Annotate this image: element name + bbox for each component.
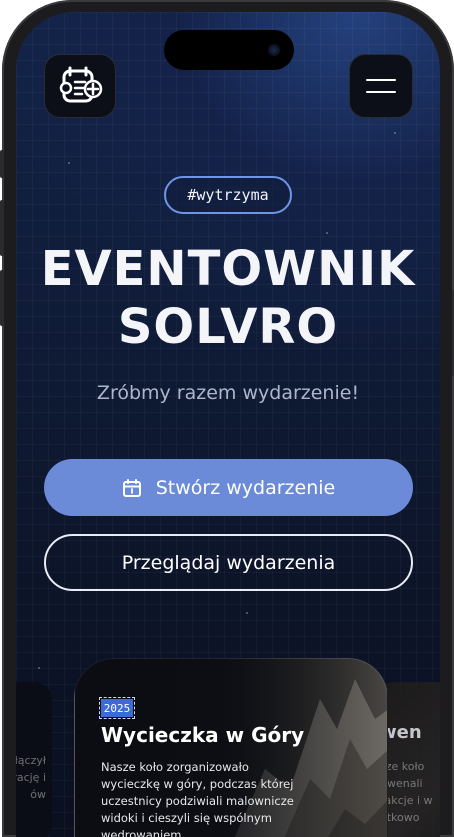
volume-down-button [0, 270, 4, 326]
calendar-icon [122, 478, 141, 497]
event-card-previous[interactable]: łączył grację i ów [16, 682, 52, 837]
hamburger-menu-icon [366, 79, 396, 93]
logo-button[interactable] [44, 54, 116, 118]
event-card-previous-text: łączył grację i ów [16, 752, 46, 803]
events-carousel[interactable]: łączył grację i ów wen sze koło uwenali … [16, 652, 440, 837]
page-title: EVENTOWNIK SOLVRO [16, 240, 440, 356]
star-dot [394, 132, 396, 134]
event-card-title: Wycieczka w Góry [101, 723, 305, 747]
menu-button[interactable] [349, 54, 413, 118]
page-subtitle: Zróbmy razem wydarzenie! [96, 382, 360, 404]
browse-events-label: Przeglądaj wydarzenia [121, 551, 336, 574]
title-line-2: SOLVRO [117, 299, 339, 355]
star-dot [68, 162, 70, 164]
silent-switch [0, 150, 4, 178]
peek-line: grację i [16, 771, 46, 784]
peek-line: łączył [16, 754, 46, 767]
volume-up-button [0, 200, 4, 256]
phone-frame: #wytrzyma EVENTOWNIK SOLVRO Zróbmy razem… [0, 0, 454, 837]
create-event-label: Stwórz wydarzenie [155, 476, 336, 499]
event-card-description: Nasze koło zorganizowało wycieczkę w gór… [101, 760, 294, 837]
screen: #wytrzyma EVENTOWNIK SOLVRO Zróbmy razem… [16, 12, 440, 837]
schedule-plus-icon [59, 66, 103, 103]
peek-line: ów [30, 788, 46, 801]
event-card[interactable]: 2025 Wycieczka w Góry Nasze koło zorgani… [74, 658, 388, 837]
year-badge: 2025 [99, 697, 135, 719]
browse-events-button[interactable]: Przeglądaj wydarzenia [44, 534, 413, 591]
title-line-1: EVENTOWNIK [40, 241, 416, 297]
star-dot [326, 232, 328, 234]
star-dot [246, 612, 248, 614]
create-event-button[interactable]: Stwórz wydarzenie [44, 459, 413, 516]
dynamic-island [164, 30, 294, 70]
hashtag-badge: #wytrzyma [164, 176, 292, 214]
camera-lens [268, 44, 280, 56]
